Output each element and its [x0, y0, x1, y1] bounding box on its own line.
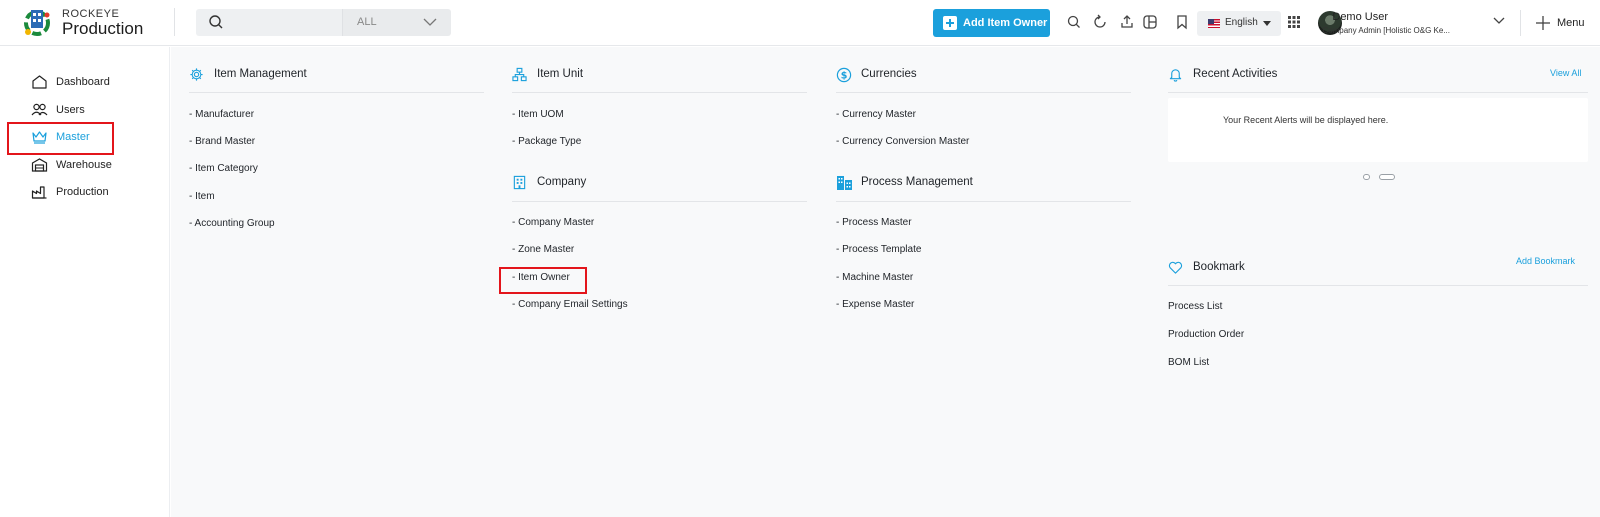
sidebar-item-label: Warehouse — [56, 159, 112, 171]
section-item-management: Item Management — [189, 65, 479, 85]
link-item-uom[interactable]: - Item UOM — [512, 109, 564, 120]
link-item-category[interactable]: - Item Category — [189, 163, 258, 174]
sidebar-item-dashboard[interactable]: Dashboard — [31, 72, 151, 92]
language-select[interactable]: English — [1197, 11, 1281, 36]
add-item-owner-button[interactable]: Add Item Owner — [933, 9, 1050, 37]
search-icon[interactable] — [1066, 14, 1082, 30]
link-zone-master[interactable]: - Zone Master — [512, 244, 574, 255]
heart-icon — [1168, 261, 1183, 274]
filter-value: ALL — [357, 16, 377, 28]
section-title: Recent Activities — [1193, 68, 1278, 80]
gear-icon — [190, 68, 203, 81]
grid-table-icon[interactable] — [1142, 14, 1158, 30]
section-company: Company — [512, 173, 802, 193]
link-expense-master[interactable]: - Expense Master — [836, 299, 914, 310]
bookmark-item[interactable]: BOM List — [1168, 357, 1209, 368]
sidebar-item-production[interactable]: Production — [31, 182, 151, 202]
link-package-type[interactable]: - Package Type — [512, 136, 581, 147]
rockeye-logo-icon[interactable] — [22, 6, 52, 38]
link-brand-master[interactable]: - Brand Master — [189, 136, 255, 147]
link-currency-master[interactable]: - Currency Master — [836, 109, 916, 120]
carousel-dot[interactable] — [1363, 174, 1370, 180]
section-divider — [189, 92, 484, 93]
link-accounting-group[interactable]: - Accounting Group — [189, 218, 275, 229]
header-divider — [1520, 10, 1521, 36]
section-currencies: $ Currencies — [836, 65, 1126, 85]
search-icon — [209, 15, 223, 29]
section-title: Currencies — [861, 68, 917, 80]
menu-label[interactable]: Menu — [1557, 17, 1585, 29]
link-item[interactable]: - Item — [189, 191, 215, 202]
plus-icon — [943, 16, 957, 30]
section-divider — [512, 92, 807, 93]
sidebar-item-label: Production — [56, 186, 109, 198]
search-input[interactable] — [230, 13, 335, 32]
section-bookmark: Bookmark — [1168, 258, 1468, 278]
caret-down-icon — [1263, 21, 1271, 26]
brand-main-text: Production — [62, 19, 144, 38]
bell-icon — [1169, 69, 1182, 82]
user-name: Demo User — [1332, 11, 1388, 23]
section-process-management: Process Management — [836, 173, 1126, 193]
recent-alerts-card: Your Recent Alerts will be displayed her… — [1168, 98, 1588, 162]
section-divider — [1168, 92, 1588, 93]
section-item-unit: Item Unit — [512, 65, 802, 85]
sidebar-item-warehouse[interactable]: Warehouse — [31, 155, 151, 175]
section-title: Company — [537, 176, 587, 188]
office-buildings-icon — [837, 176, 852, 190]
top-header: ROCKEYE Production ALL Add Item Owner En… — [0, 0, 1600, 46]
section-title: Item Management — [214, 68, 307, 80]
link-company-master[interactable]: - Company Master — [512, 217, 594, 228]
section-title: Process Management — [861, 176, 973, 188]
section-recent-activities: Recent Activities — [1168, 65, 1468, 85]
plus-icon[interactable] — [1535, 15, 1551, 31]
link-company-email-settings[interactable]: - Company Email Settings — [512, 299, 628, 310]
highlight-box — [499, 267, 587, 294]
chevron-down-icon[interactable] — [1493, 17, 1505, 25]
section-divider — [836, 92, 1131, 93]
view-all-link[interactable]: View All — [1550, 68, 1581, 78]
add-item-owner-label: Add Item Owner — [963, 17, 1048, 29]
sidebar-item-users[interactable]: Users — [31, 100, 151, 120]
highlight-box — [7, 122, 114, 155]
language-label: English — [1225, 17, 1258, 28]
recent-alerts-empty-text: Your Recent Alerts will be displayed her… — [1223, 115, 1389, 125]
home-icon — [32, 75, 47, 89]
section-title: Item Unit — [537, 68, 584, 80]
header-divider — [174, 8, 175, 36]
sidebar-item-label: Dashboard — [56, 76, 110, 88]
bookmark-item[interactable]: Production Order — [1168, 329, 1244, 340]
section-divider — [1168, 285, 1588, 286]
user-role: Company Admin [Holistic O&G Ke... — [1322, 26, 1450, 35]
link-manufacturer[interactable]: - Manufacturer — [189, 109, 254, 120]
hierarchy-icon — [512, 67, 527, 82]
carousel-dot-active[interactable] — [1379, 174, 1395, 180]
svg-text:$: $ — [841, 71, 848, 82]
section-divider — [836, 201, 1131, 202]
factory-icon — [31, 186, 47, 199]
link-process-template[interactable]: - Process Template — [836, 244, 921, 255]
apps-icon[interactable] — [1286, 14, 1302, 30]
dollar-circle-icon: $ — [836, 67, 852, 83]
search-filter-select[interactable]: ALL — [342, 9, 451, 36]
upload-icon[interactable] — [1119, 14, 1135, 30]
sidebar-item-label: Users — [56, 104, 85, 116]
link-machine-master[interactable]: - Machine Master — [836, 272, 913, 283]
search-box[interactable] — [196, 9, 342, 36]
building-icon — [513, 175, 526, 190]
section-divider — [512, 201, 807, 202]
us-flag-icon — [1208, 19, 1220, 28]
link-currency-conversion-master[interactable]: - Currency Conversion Master — [836, 136, 969, 147]
bookmark-icon[interactable] — [1174, 14, 1190, 30]
bookmark-item[interactable]: Process List — [1168, 301, 1222, 312]
refresh-icon[interactable] — [1092, 14, 1108, 30]
chevron-down-icon — [423, 18, 437, 26]
link-process-master[interactable]: - Process Master — [836, 217, 912, 228]
section-title: Bookmark — [1193, 261, 1245, 273]
add-bookmark-link[interactable]: Add Bookmark — [1516, 256, 1575, 266]
users-icon — [31, 103, 48, 116]
warehouse-icon — [31, 158, 48, 172]
